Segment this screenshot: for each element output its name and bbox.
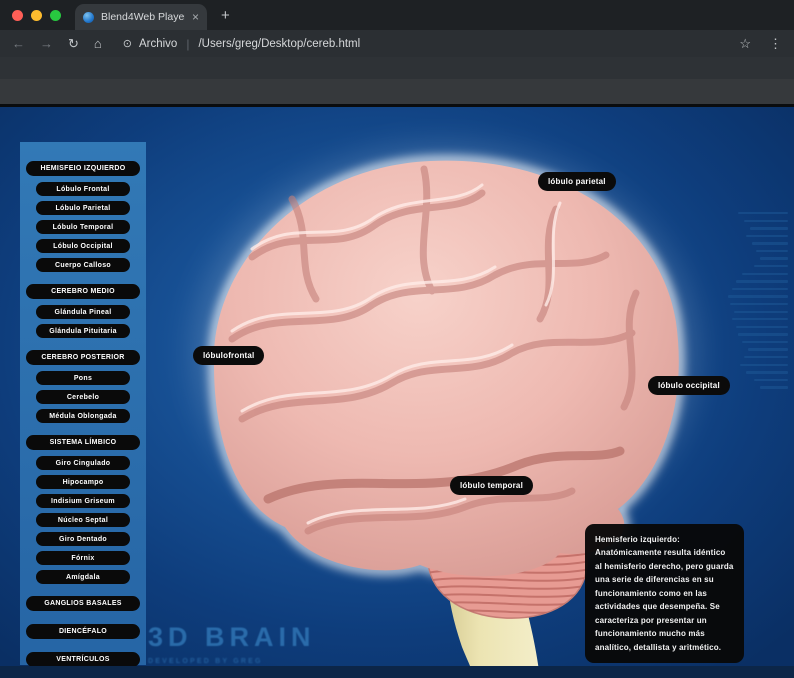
tab-title: Blend4Web Player — [101, 11, 185, 23]
decorative-line — [732, 318, 788, 320]
sidebar-button[interactable]: DIENCÉFALO — [26, 624, 140, 639]
sidebar-button[interactable]: Glándula Pituitaria — [36, 324, 130, 338]
sidebar-button[interactable]: GANGLIOS BASALES — [26, 596, 140, 611]
back-icon[interactable]: ← — [12, 37, 25, 50]
sidebar-button[interactable]: Amígdala — [36, 570, 130, 584]
sidebar-button[interactable]: CEREBRO POSTERIOR — [26, 350, 140, 365]
decorative-line — [746, 235, 788, 237]
sidebar-button[interactable]: Glándula Pineal — [36, 305, 130, 319]
hemisphere-info-box: Hemisferio izquierdo: Anatómicamente res… — [585, 524, 744, 663]
window-controls — [0, 10, 75, 30]
sidebar-button[interactable]: Giro Dentado — [36, 532, 130, 546]
decorative-line — [728, 295, 788, 297]
reload-icon[interactable]: ↻ — [68, 37, 79, 50]
decorative-line — [754, 265, 788, 267]
new-tab-button[interactable]: + — [221, 7, 230, 24]
sidebar-button[interactable]: VENTRÍCULOS — [26, 652, 140, 667]
brain-annotation-label[interactable]: lóbulo parietal — [538, 172, 616, 191]
cerebrum — [214, 161, 679, 577]
sidebar-button[interactable]: Núcleo Septal — [36, 513, 130, 527]
sidebar-button[interactable]: Lóbulo Frontal — [36, 182, 130, 196]
brain-annotation-label[interactable]: lóbulo temporal — [450, 476, 533, 495]
tab-strip: Blend4Web Player × + — [0, 0, 794, 30]
decorative-line — [742, 341, 788, 343]
decorative-line — [744, 220, 788, 222]
bookmark-star-icon[interactable]: ☆ — [739, 36, 751, 52]
decorative-text-lines — [726, 212, 788, 394]
sidebar-menu: HEMISFEIO IZQUIERDO Lóbulo Frontal Lóbul… — [20, 142, 146, 665]
decorative-line — [756, 250, 788, 252]
sidebar-button[interactable]: Médula Oblongada — [36, 409, 130, 423]
address-bar[interactable]: ⊙ Archivo | /Users/greg/Desktop/cereb.ht… — [117, 37, 730, 51]
browser-tab[interactable]: Blend4Web Player × — [75, 4, 207, 30]
forward-icon[interactable]: → — [40, 37, 53, 50]
sidebar-button[interactable]: SISTEMA LÍMBICO — [26, 435, 140, 450]
decorative-line — [740, 364, 788, 366]
sidebar-button[interactable]: Cuerpo Calloso — [36, 258, 130, 272]
decorative-line — [736, 280, 788, 282]
decorative-line — [746, 371, 788, 373]
close-tab-icon[interactable]: × — [192, 11, 199, 23]
sidebar-button[interactable]: Indisium Griseum — [36, 494, 130, 508]
sidebar-button[interactable]: Giro Cingulado — [36, 456, 130, 470]
sidebar-button[interactable]: Hipocampo — [36, 475, 130, 489]
decorative-line — [738, 212, 788, 214]
decorative-line — [744, 356, 788, 358]
sidebar-button[interactable]: Lóbulo Occipital — [36, 239, 130, 253]
browser-toolbar: ← → ↻ ⌂ ⊙ Archivo | /Users/greg/Desktop/… — [0, 30, 794, 57]
decorative-line — [750, 227, 788, 229]
address-scheme-label: Archivo — [139, 38, 177, 50]
sidebar-button[interactable]: Pons — [36, 371, 130, 385]
decorative-line — [742, 273, 788, 275]
menu-kebab-icon[interactable]: ⋮ — [769, 36, 782, 52]
decorative-line — [730, 303, 788, 305]
brain-annotation-label[interactable]: lóbulo occipital — [648, 376, 730, 395]
decorative-line — [748, 348, 788, 350]
address-separator: | — [186, 37, 189, 51]
home-icon[interactable]: ⌂ — [94, 37, 102, 50]
tab-favicon-icon — [83, 12, 94, 23]
sidebar-button[interactable]: CEREBRO MEDIO — [26, 284, 140, 299]
file-protocol-icon: ⊙ — [123, 37, 132, 50]
close-window-button[interactable] — [12, 10, 23, 21]
address-url: /Users/greg/Desktop/cereb.html — [198, 38, 360, 50]
decorative-line — [760, 257, 788, 259]
page-bottom-strip — [0, 666, 794, 678]
sidebar-button[interactable]: Cerebelo — [36, 390, 130, 404]
page-top-dark-strip — [0, 79, 794, 104]
decorative-line — [732, 288, 788, 290]
bookmarks-bar-empty — [0, 57, 794, 79]
decorative-line — [734, 311, 788, 313]
decorative-line — [752, 242, 788, 244]
decorative-line — [760, 386, 788, 388]
minimize-window-button[interactable] — [31, 10, 42, 21]
sidebar-button[interactable]: Fórnix — [36, 551, 130, 565]
blend4web-page: HEMISFEIO IZQUIERDO Lóbulo Frontal Lóbul… — [0, 107, 794, 678]
brain-annotation-label[interactable]: lóbulofrontal — [193, 346, 264, 365]
sidebar-button[interactable]: HEMISFEIO IZQUIERDO — [26, 161, 140, 176]
sidebar-button[interactable]: Lóbulo Parietal — [36, 201, 130, 215]
sidebar-button[interactable]: Lóbulo Temporal — [36, 220, 130, 234]
zoom-window-button[interactable] — [50, 10, 61, 21]
decorative-line — [736, 326, 788, 328]
decorative-line — [738, 333, 788, 335]
decorative-line — [754, 379, 788, 381]
